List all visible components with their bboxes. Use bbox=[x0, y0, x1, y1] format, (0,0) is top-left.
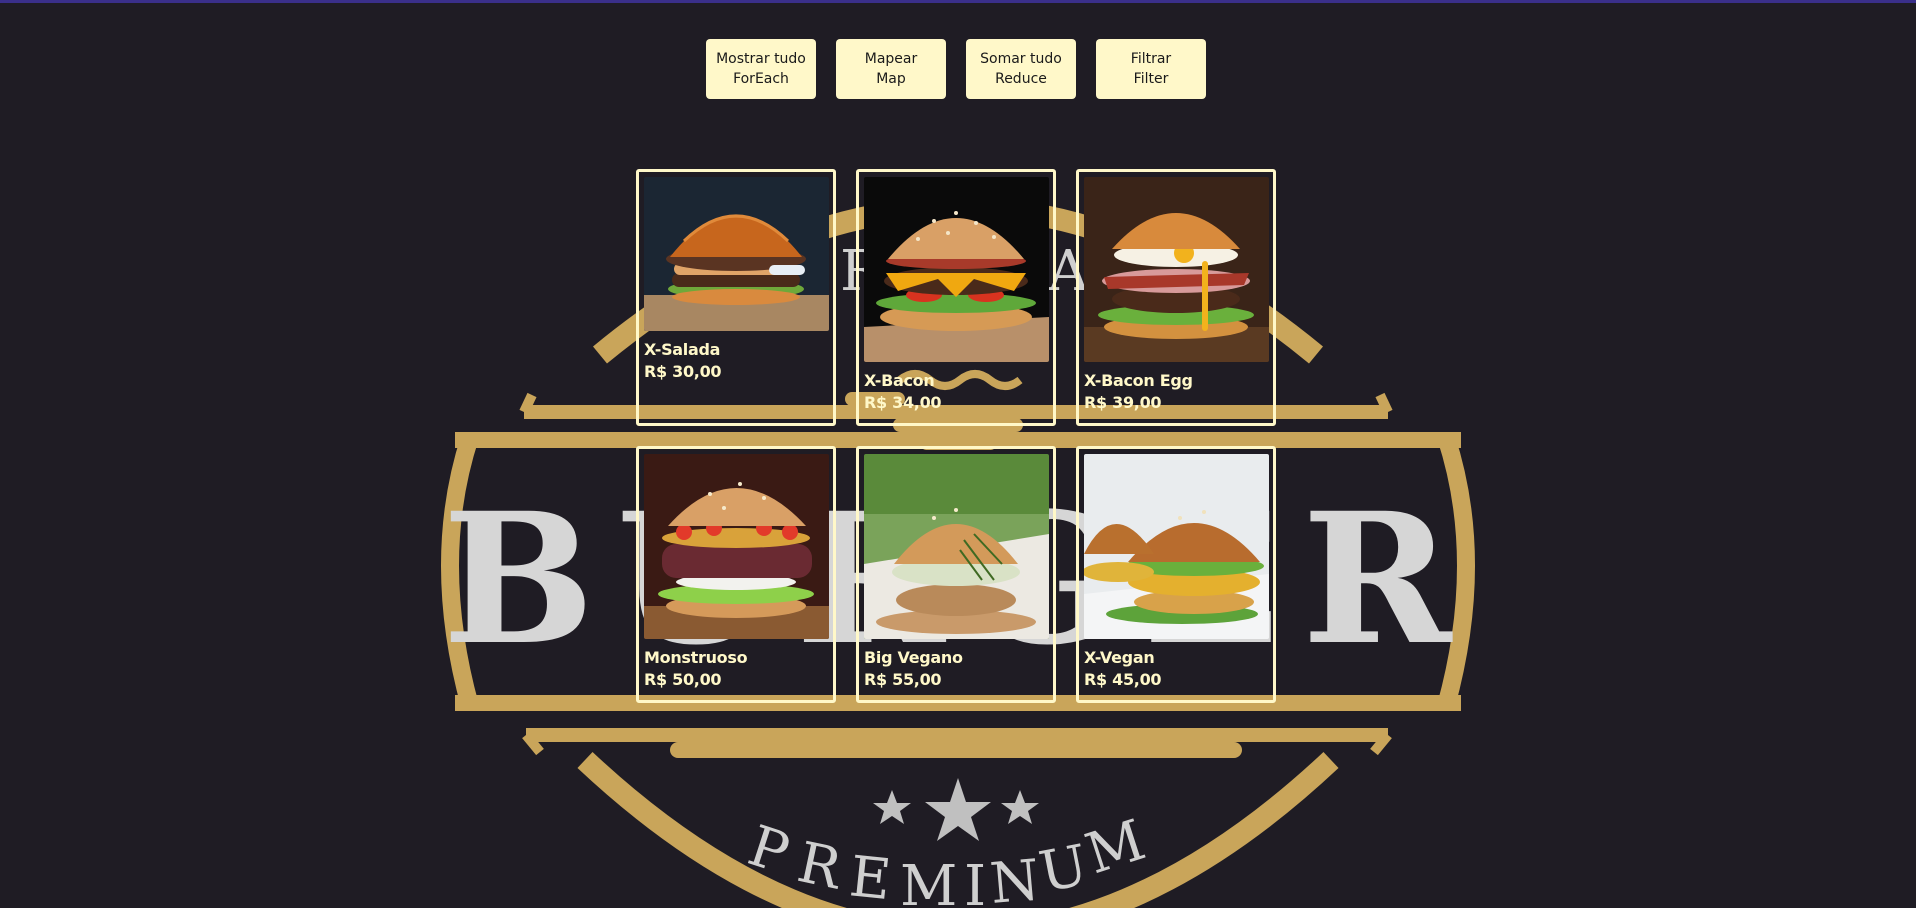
product-price: R$ 55,00 bbox=[864, 670, 942, 689]
product-price: R$ 50,00 bbox=[644, 670, 722, 689]
product-price: R$ 39,00 bbox=[1084, 393, 1162, 412]
button-label-line1: Somar tudo bbox=[980, 51, 1062, 67]
product-grid: X-Salada R$ 30,00 X-Bacon R$ 34,00 X-Bac… bbox=[636, 169, 1276, 703]
button-label-line2: Filter bbox=[1133, 71, 1169, 87]
product-name: X-Vegan bbox=[1084, 648, 1155, 667]
button-label-line1: Mostrar tudo bbox=[716, 51, 806, 67]
sum-all-reduce-button[interactable]: Somar tudo Reduce bbox=[966, 39, 1076, 99]
product-card[interactable]: X-Salada R$ 30,00 bbox=[636, 169, 836, 426]
button-label-line2: ForEach bbox=[733, 71, 789, 87]
svg-text:P: P bbox=[741, 813, 797, 886]
button-label-line1: Mapear bbox=[864, 51, 918, 67]
product-price: R$ 45,00 bbox=[1084, 670, 1162, 689]
product-name: X-Bacon Egg bbox=[1084, 371, 1193, 390]
button-label-line2: Map bbox=[876, 71, 906, 87]
product-name: X-Salada bbox=[644, 340, 721, 359]
burger-bacon-egg-photo bbox=[1084, 177, 1269, 362]
svg-text:N: N bbox=[988, 848, 1042, 908]
filter-button[interactable]: Filtrar Filter bbox=[1096, 39, 1206, 99]
svg-text:M: M bbox=[1078, 808, 1153, 888]
product-price: R$ 34,00 bbox=[864, 393, 942, 412]
product-name: X-Bacon bbox=[864, 371, 935, 390]
action-toolbar: Mostrar tudo ForEach Mapear Map Somar tu… bbox=[706, 39, 1206, 99]
button-label-line1: Filtrar bbox=[1130, 51, 1172, 67]
product-name: Monstruoso bbox=[644, 648, 748, 667]
show-all-foreach-button[interactable]: Mostrar tudo ForEach bbox=[706, 39, 816, 99]
burger-vegan-photo bbox=[1084, 454, 1269, 639]
button-label-line2: Reduce bbox=[995, 71, 1047, 87]
map-button[interactable]: Mapear Map bbox=[836, 39, 946, 99]
product-price: R$ 30,00 bbox=[644, 362, 722, 381]
product-name: Big Vegano bbox=[864, 648, 963, 667]
svg-text:I: I bbox=[964, 854, 986, 908]
burger-bacon-photo bbox=[864, 177, 1049, 362]
product-card[interactable]: X-Vegan R$ 45,00 bbox=[1076, 446, 1276, 703]
svg-text:E: E bbox=[847, 844, 894, 908]
product-card[interactable]: X-Bacon Egg R$ 39,00 bbox=[1076, 169, 1276, 426]
page: BURGER R A P R E M I N U M Mostrar tudo … bbox=[0, 0, 1916, 908]
product-card[interactable]: Big Vegano R$ 55,00 bbox=[856, 446, 1056, 703]
product-card[interactable]: Monstruoso R$ 50,00 bbox=[636, 446, 836, 703]
burger-salad-photo bbox=[644, 177, 829, 331]
burger-monster-photo bbox=[644, 454, 829, 639]
svg-text:R: R bbox=[792, 830, 849, 903]
product-card[interactable]: X-Bacon R$ 34,00 bbox=[856, 169, 1056, 426]
svg-text:M: M bbox=[900, 854, 957, 908]
burger-vegan-big-photo bbox=[864, 454, 1049, 639]
